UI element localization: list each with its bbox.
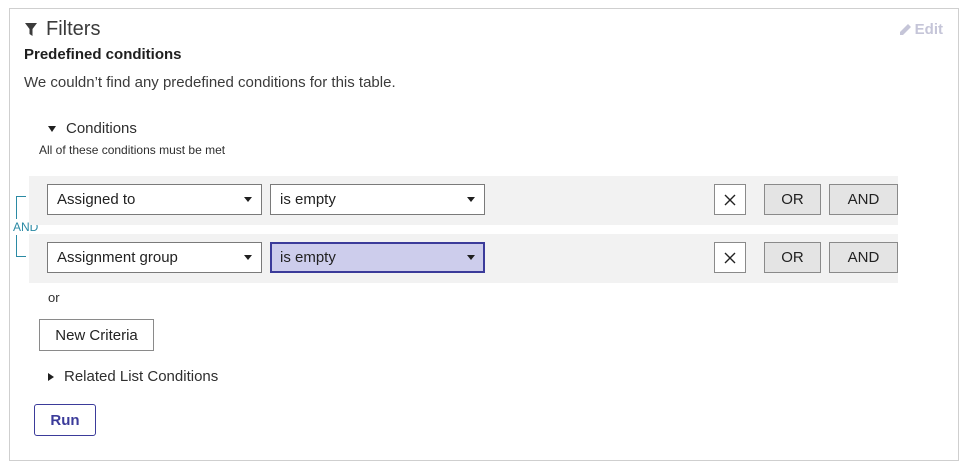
filter-icon — [25, 22, 37, 36]
field-select-value: Assigned to — [57, 191, 136, 208]
filters-title: Filters — [46, 18, 101, 40]
operator-select[interactable]: is empty — [270, 184, 485, 215]
edit-label: Edit — [914, 21, 943, 38]
conditions-toggle[interactable]: Conditions — [48, 120, 137, 137]
conditions-requirement-text: All of these conditions must be met — [39, 143, 226, 157]
remove-condition-button[interactable] — [714, 184, 746, 215]
or-separator: or — [48, 290, 60, 305]
new-criteria-button[interactable]: New Criteria — [39, 319, 154, 351]
operator-select-value: is empty — [280, 249, 336, 266]
close-icon — [724, 194, 736, 205]
caret-down-icon — [48, 125, 56, 132]
or-button[interactable]: OR — [764, 184, 821, 215]
or-button[interactable]: OR — [764, 242, 821, 273]
operator-select-value: is empty — [280, 191, 336, 208]
operator-select[interactable]: is empty — [270, 242, 485, 273]
filters-header: Filters — [25, 18, 100, 41]
chevron-down-icon — [467, 255, 475, 260]
predefined-conditions-message: We couldn’t find any predefined conditio… — [24, 74, 396, 91]
condition-row: Assigned to is empty OR AND — [29, 176, 898, 225]
caret-right-icon — [48, 372, 54, 381]
chevron-down-icon — [467, 197, 475, 202]
field-select[interactable]: Assignment group — [47, 242, 262, 273]
pencil-icon — [899, 24, 911, 35]
chevron-down-icon — [244, 255, 252, 260]
edit-button[interactable]: Edit — [899, 21, 943, 38]
close-icon — [724, 252, 736, 263]
conditions-label: Conditions — [66, 120, 137, 137]
field-select[interactable]: Assigned to — [47, 184, 262, 215]
related-list-conditions-label: Related List Conditions — [64, 368, 219, 385]
related-list-conditions-toggle[interactable]: Related List Conditions — [48, 368, 218, 385]
and-button[interactable]: AND — [829, 184, 898, 215]
chevron-down-icon — [244, 197, 252, 202]
remove-condition-button[interactable] — [714, 242, 746, 273]
and-button[interactable]: AND — [829, 242, 898, 273]
field-select-value: Assignment group — [57, 249, 178, 266]
run-button[interactable]: Run — [34, 404, 96, 436]
predefined-conditions-title: Predefined conditions — [24, 46, 182, 63]
condition-row: Assignment group is empty OR AND — [29, 234, 898, 283]
